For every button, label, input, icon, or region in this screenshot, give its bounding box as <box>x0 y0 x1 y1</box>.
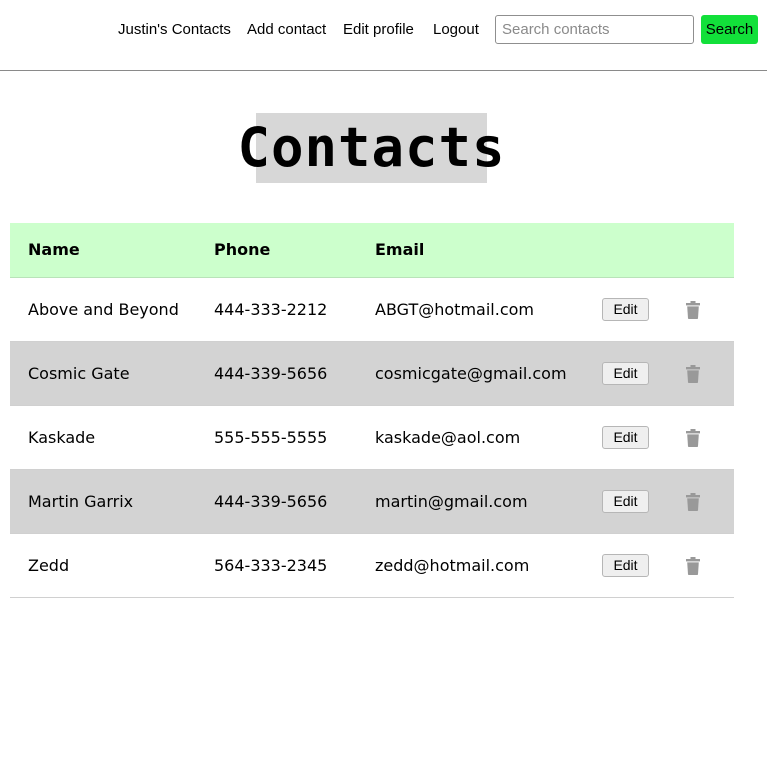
column-header-email: Email <box>357 223 584 278</box>
contact-phone: 444-339-5656 <box>196 469 357 534</box>
contacts-table-body: Above and Beyond 444-333-2212 ABGT@hotma… <box>10 277 734 598</box>
contact-phone: 564-333-2345 <box>196 533 357 598</box>
contact-name: Cosmic Gate <box>10 341 196 406</box>
contact-name: Martin Garrix <box>10 469 196 534</box>
edit-button[interactable]: Edit <box>602 553 649 577</box>
delete-cell <box>654 469 734 534</box>
top-nav-bar: Justin's Contacts Add contact Edit profi… <box>0 0 767 71</box>
nav-brand-link[interactable]: Justin's Contacts <box>118 20 231 40</box>
table-row: Above and Beyond 444-333-2212 ABGT@hotma… <box>10 277 734 342</box>
trash-icon[interactable] <box>686 364 700 383</box>
delete-cell <box>654 405 734 470</box>
column-header-delete <box>654 223 734 278</box>
nav-logout-link[interactable]: Logout <box>433 20 479 40</box>
contact-phone: 444-339-5656 <box>196 341 357 406</box>
trash-icon[interactable] <box>686 492 700 511</box>
edit-button[interactable]: Edit <box>602 425 649 449</box>
trash-icon[interactable] <box>686 428 700 447</box>
edit-button[interactable]: Edit <box>602 297 649 321</box>
contact-name: Above and Beyond <box>10 277 196 342</box>
column-header-phone: Phone <box>196 223 357 278</box>
edit-cell: Edit <box>584 469 654 534</box>
column-header-edit <box>584 223 654 278</box>
delete-cell <box>654 341 734 406</box>
nav-add-contact-link[interactable]: Add contact <box>247 20 326 40</box>
contact-name: Kaskade <box>10 405 196 470</box>
contact-email: zedd@hotmail.com <box>357 533 584 598</box>
table-row: Martin Garrix 444-339-5656 martin@gmail.… <box>10 469 734 534</box>
page-title-box: Contacts <box>237 113 505 183</box>
contact-phone: 444-333-2212 <box>196 277 357 342</box>
edit-cell: Edit <box>584 405 654 470</box>
contacts-table: Name Phone Email Above and Beyond 444-33… <box>10 223 734 598</box>
contact-email: martin@gmail.com <box>357 469 584 534</box>
column-header-name: Name <box>10 223 196 278</box>
contact-email: kaskade@aol.com <box>357 405 584 470</box>
edit-button[interactable]: Edit <box>602 489 649 513</box>
delete-cell <box>654 533 734 598</box>
table-row: Cosmic Gate 444-339-5656 cosmicgate@gmai… <box>10 341 734 406</box>
edit-button[interactable]: Edit <box>602 361 649 385</box>
page-title: Contacts <box>237 116 506 179</box>
contact-name: Zedd <box>10 533 196 598</box>
trash-icon[interactable] <box>686 556 700 575</box>
delete-cell <box>654 277 734 342</box>
table-row: Zedd 564-333-2345 zedd@hotmail.com Edit <box>10 533 734 598</box>
edit-cell: Edit <box>584 277 654 342</box>
edit-cell: Edit <box>584 341 654 406</box>
contact-phone: 555-555-5555 <box>196 405 357 470</box>
edit-cell: Edit <box>584 533 654 598</box>
trash-icon[interactable] <box>686 300 700 319</box>
contact-email: ABGT@hotmail.com <box>357 277 584 342</box>
nav-edit-profile-link[interactable]: Edit profile <box>343 20 414 40</box>
contact-email: cosmicgate@gmail.com <box>357 341 584 406</box>
search-button[interactable]: Search <box>701 15 758 44</box>
table-header-row: Name Phone Email <box>10 223 734 278</box>
table-row: Kaskade 555-555-5555 kaskade@aol.com Edi… <box>10 405 734 470</box>
search-input[interactable] <box>495 15 694 44</box>
